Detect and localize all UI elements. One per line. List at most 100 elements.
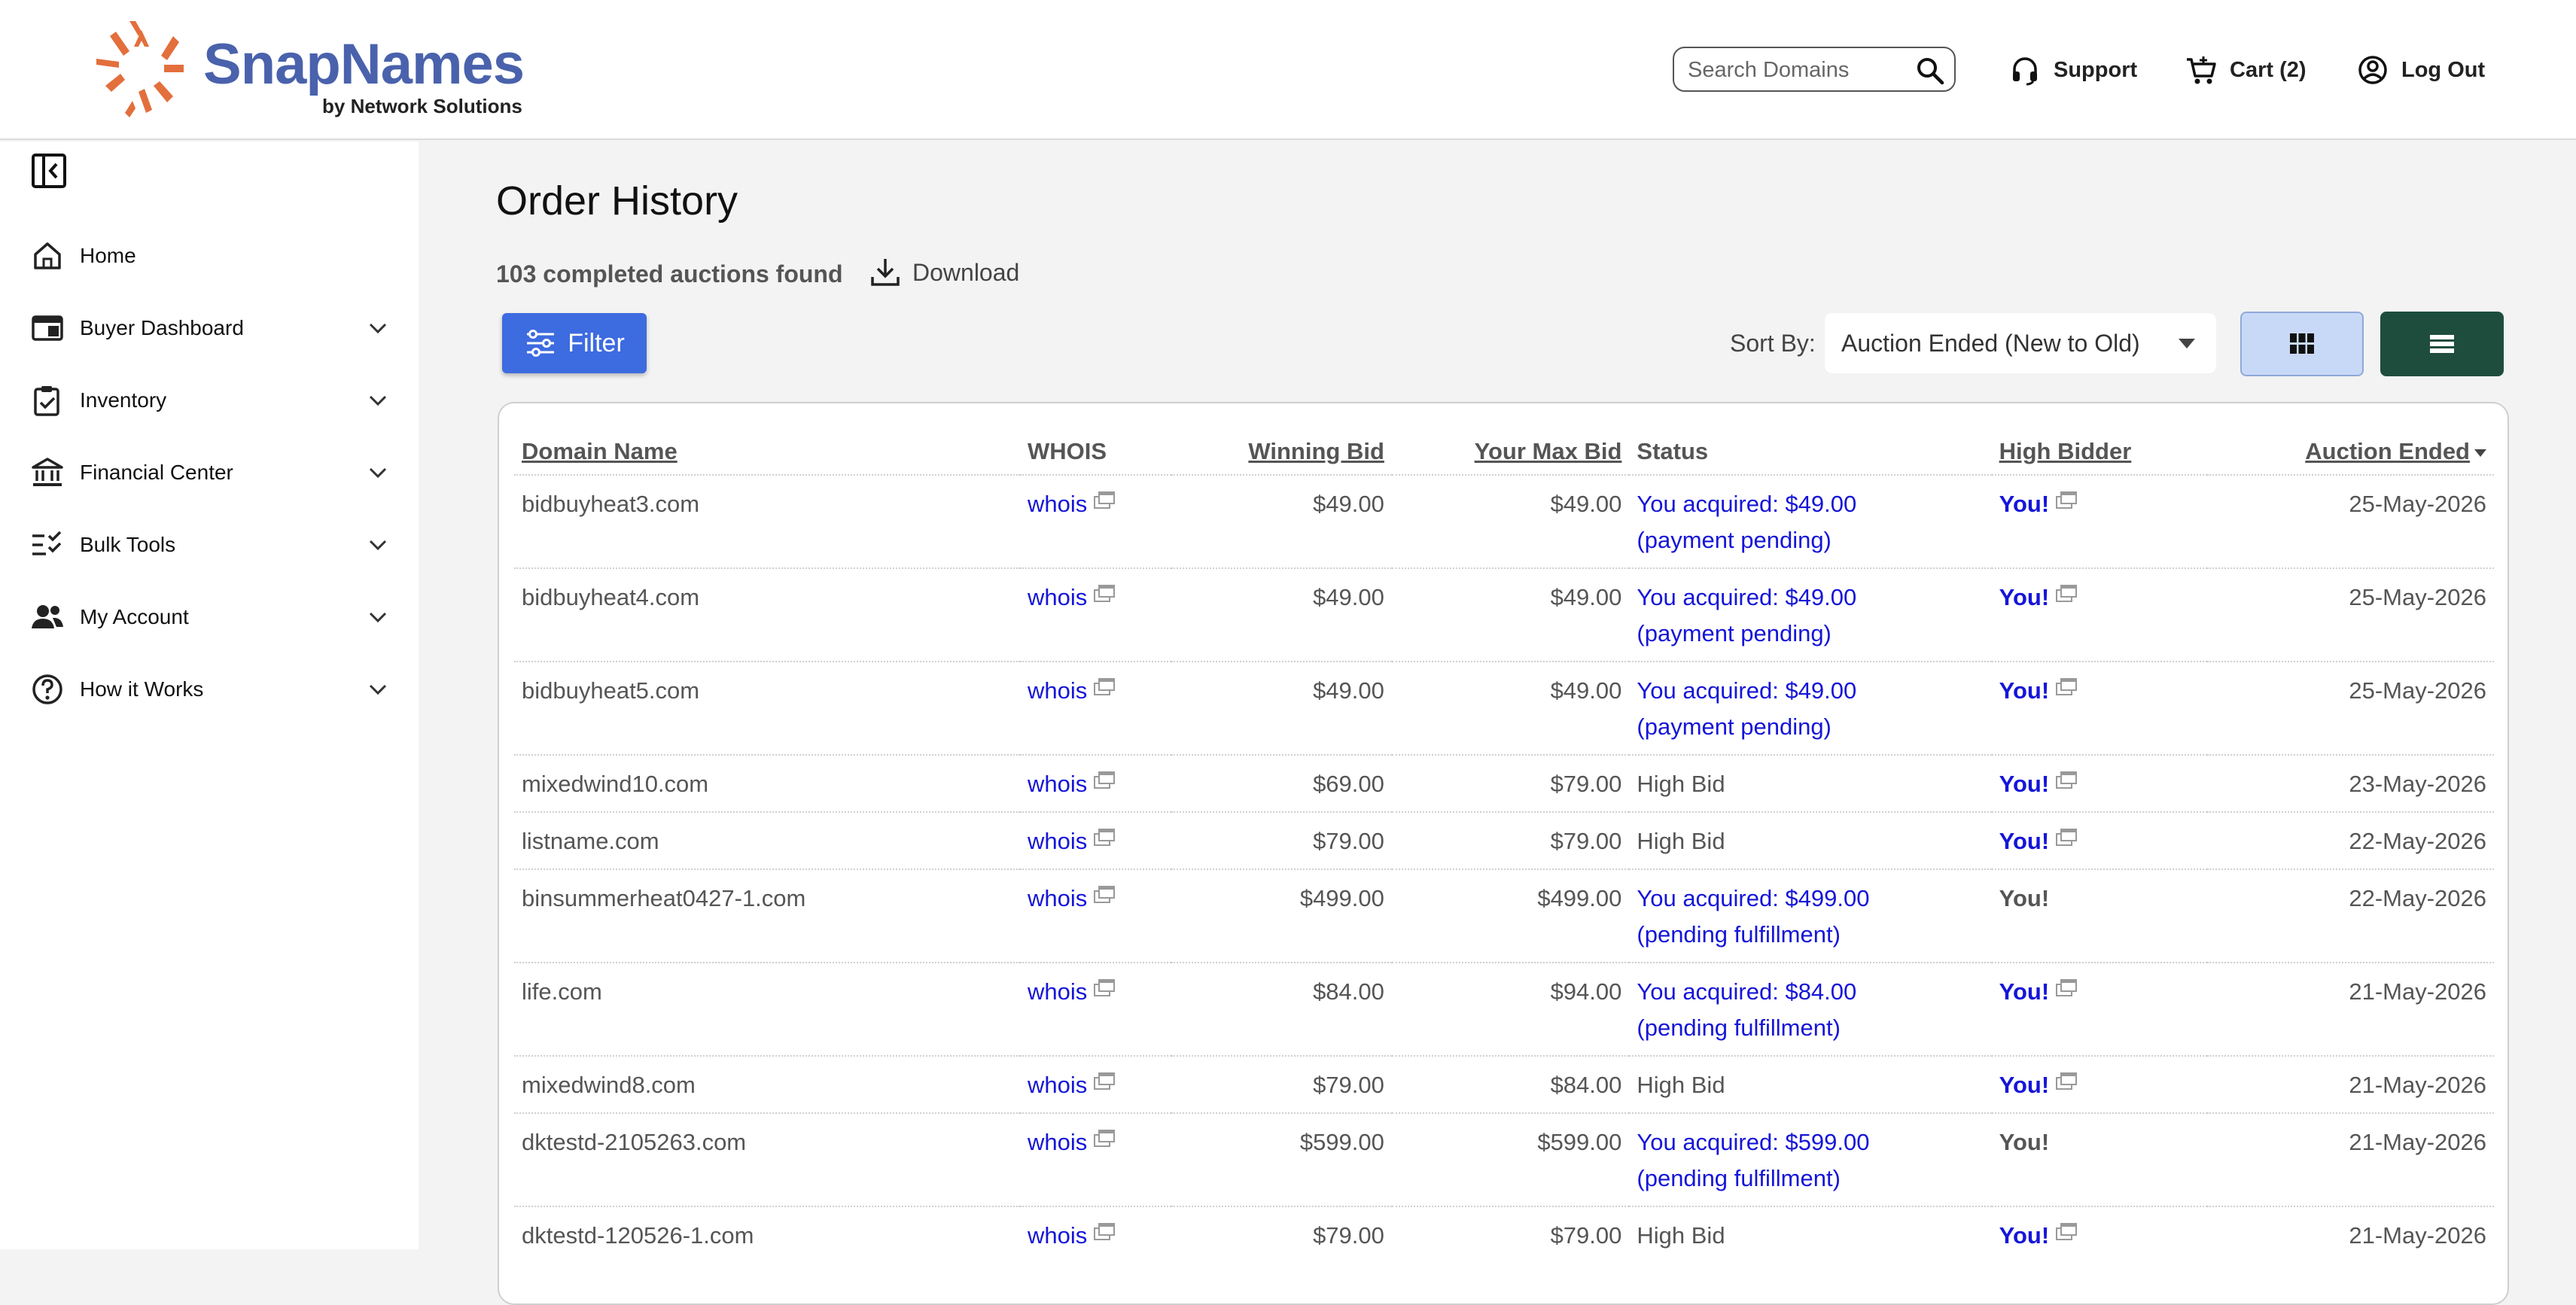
high-bidder-value[interactable]: You!: [1999, 584, 2050, 610]
domain-name-cell[interactable]: mixedwind8.com: [514, 1055, 1020, 1113]
whois-link[interactable]: whois: [1028, 1129, 1087, 1155]
chevron-down-icon[interactable]: [364, 315, 391, 342]
high-bidder-value[interactable]: You!: [1999, 771, 2050, 797]
external-window-icon[interactable]: [1093, 885, 1116, 905]
whois-link[interactable]: whois: [1028, 771, 1087, 797]
winning-bid-cell: $599.00: [1171, 1112, 1392, 1206]
domain-name-cell[interactable]: listname.com: [514, 811, 1020, 869]
domain-name-cell[interactable]: bidbuyheat3.com: [514, 474, 1020, 568]
bank-icon: [32, 458, 63, 486]
table-row: mixedwind8.com whois $79.00 $84.00 High Bid Y…: [514, 1055, 2494, 1113]
support-link[interactable]: Support: [2008, 51, 2137, 89]
external-window-icon[interactable]: [2055, 1222, 2078, 1242]
column-header-your-max-bid[interactable]: Your Max Bid: [1392, 429, 1630, 475]
whois-link[interactable]: whois: [1028, 978, 1087, 1005]
chevron-down-icon[interactable]: [364, 459, 391, 486]
whois-link[interactable]: whois: [1028, 491, 1087, 517]
whois-link[interactable]: whois: [1028, 828, 1087, 854]
domain-name-cell[interactable]: life.com: [514, 962, 1020, 1056]
status-detail: (payment pending): [1637, 527, 1832, 553]
external-window-icon[interactable]: [1093, 771, 1116, 790]
sidebar-item-inventory[interactable]: Inventory: [30, 378, 391, 423]
filter-button[interactable]: Filter: [502, 313, 647, 373]
external-window-icon[interactable]: [1093, 677, 1116, 697]
external-window-icon[interactable]: [1093, 828, 1116, 847]
max-bid-cell: $599.00: [1391, 1112, 1630, 1206]
domain-name-cell[interactable]: binsummerheat0427-1.com: [514, 868, 1020, 963]
sidebar-item-label: Bulk Tools: [80, 533, 176, 556]
high-bidder-value[interactable]: You!: [1999, 978, 2050, 1005]
whois-cell: whois: [1020, 811, 1171, 869]
whois-cell: whois: [1020, 754, 1171, 812]
whois-link[interactable]: whois: [1028, 584, 1087, 610]
status-cell: High Bid: [1629, 1055, 1992, 1113]
cart-icon: [2187, 56, 2216, 84]
status-cell: You acquired: $84.00 (pending fulfillment…: [1629, 962, 1992, 1056]
column-header-domain-name[interactable]: Domain Name: [514, 429, 1020, 475]
domain-name-cell[interactable]: dktestd-120526-1.com: [514, 1206, 1020, 1263]
snapnames-logo[interactable]: SnapNames by Network Solutions: [89, 17, 525, 122]
grid-view-button[interactable]: [2240, 312, 2364, 376]
column-header-winning-bid[interactable]: Winning Bid: [1171, 429, 1392, 475]
chevron-down-icon[interactable]: [364, 676, 391, 703]
auction-ended-cell: 21-May-2026: [2206, 1112, 2494, 1206]
chevron-down-icon[interactable]: [364, 604, 391, 631]
logout-link[interactable]: Log Out: [2356, 51, 2485, 89]
external-window-icon[interactable]: [2055, 978, 2078, 998]
external-window-icon[interactable]: [2055, 828, 2078, 847]
search-input[interactable]: [1686, 54, 1908, 86]
cart-link[interactable]: Cart (2): [2185, 51, 2307, 89]
domain-name-cell[interactable]: bidbuyheat5.com: [514, 661, 1020, 755]
external-window-icon[interactable]: [2055, 771, 2078, 790]
domain-name-cell[interactable]: mixedwind10.com: [514, 754, 1020, 812]
max-bid-cell: $84.00: [1391, 1055, 1630, 1113]
whois-cell: whois: [1020, 1112, 1171, 1206]
search-icon[interactable]: [1915, 56, 1945, 86]
column-header-auction-ended[interactable]: Auction Ended: [2207, 429, 2494, 475]
status-cell: You acquired: $599.00 (pending fulfillmen…: [1629, 1112, 1992, 1206]
external-window-icon[interactable]: [1093, 1222, 1116, 1242]
list-view-button[interactable]: [2380, 312, 2504, 376]
high-bidder-cell: You!: [1991, 754, 2207, 812]
status-text: High Bid: [1637, 1072, 1725, 1098]
search-box: [1673, 47, 1956, 92]
high-bidder-value[interactable]: You!: [1999, 828, 2050, 854]
collapse-sidebar-icon[interactable]: [30, 152, 68, 190]
whois-link[interactable]: whois: [1028, 677, 1087, 704]
sidebar-item-buyer-dashboard[interactable]: Buyer Dashboard: [30, 306, 391, 351]
sidebar-item-my-account[interactable]: My Account: [30, 595, 391, 640]
whois-link[interactable]: whois: [1028, 1072, 1087, 1098]
external-window-icon[interactable]: [1093, 491, 1116, 510]
download-button[interactable]: Download: [869, 256, 1019, 289]
domain-name-cell[interactable]: bidbuyheat4.com: [514, 567, 1020, 662]
high-bidder-value[interactable]: You!: [1999, 491, 2050, 517]
status-text: You acquired: $49.00: [1637, 584, 1857, 610]
external-window-icon[interactable]: [2055, 584, 2078, 604]
whois-cell: whois: [1020, 567, 1171, 662]
high-bidder-value[interactable]: You!: [1999, 1222, 2050, 1249]
sidebar-item-bulk-tools[interactable]: Bulk Tools: [30, 522, 391, 567]
sidebar-item-home[interactable]: Home: [30, 233, 391, 278]
sidebar-item-financial-center[interactable]: Financial Center: [30, 450, 391, 495]
high-bidder-value[interactable]: You!: [1999, 1072, 2050, 1098]
domain-name-cell[interactable]: dktestd-2105263.com: [514, 1112, 1020, 1206]
high-bidder-value[interactable]: You!: [1999, 677, 2050, 704]
column-header-high-bidder[interactable]: High Bidder: [1992, 429, 2207, 475]
external-window-icon[interactable]: [2055, 491, 2078, 510]
external-window-icon[interactable]: [1093, 978, 1116, 998]
external-window-icon[interactable]: [2055, 677, 2078, 697]
external-window-icon[interactable]: [1093, 1072, 1116, 1091]
table-row: dktestd-2105263.com whois $599.00 $599.00 Yo…: [514, 1112, 2494, 1206]
external-window-icon[interactable]: [2055, 1072, 2078, 1091]
headset-icon: [2013, 57, 2037, 86]
max-bid-cell: $49.00: [1391, 474, 1630, 568]
external-window-icon[interactable]: [1093, 1129, 1116, 1148]
external-window-icon[interactable]: [1093, 584, 1116, 604]
chevron-down-icon[interactable]: [364, 387, 391, 414]
sort-select[interactable]: Auction Ended (New to Old): [1825, 313, 2216, 373]
whois-link[interactable]: whois: [1028, 1222, 1087, 1249]
sidebar-item-how-it-works[interactable]: How it Works: [30, 667, 391, 712]
whois-link[interactable]: whois: [1028, 885, 1087, 911]
chevron-down-icon[interactable]: [364, 531, 391, 558]
dashboard-icon: [32, 315, 63, 341]
